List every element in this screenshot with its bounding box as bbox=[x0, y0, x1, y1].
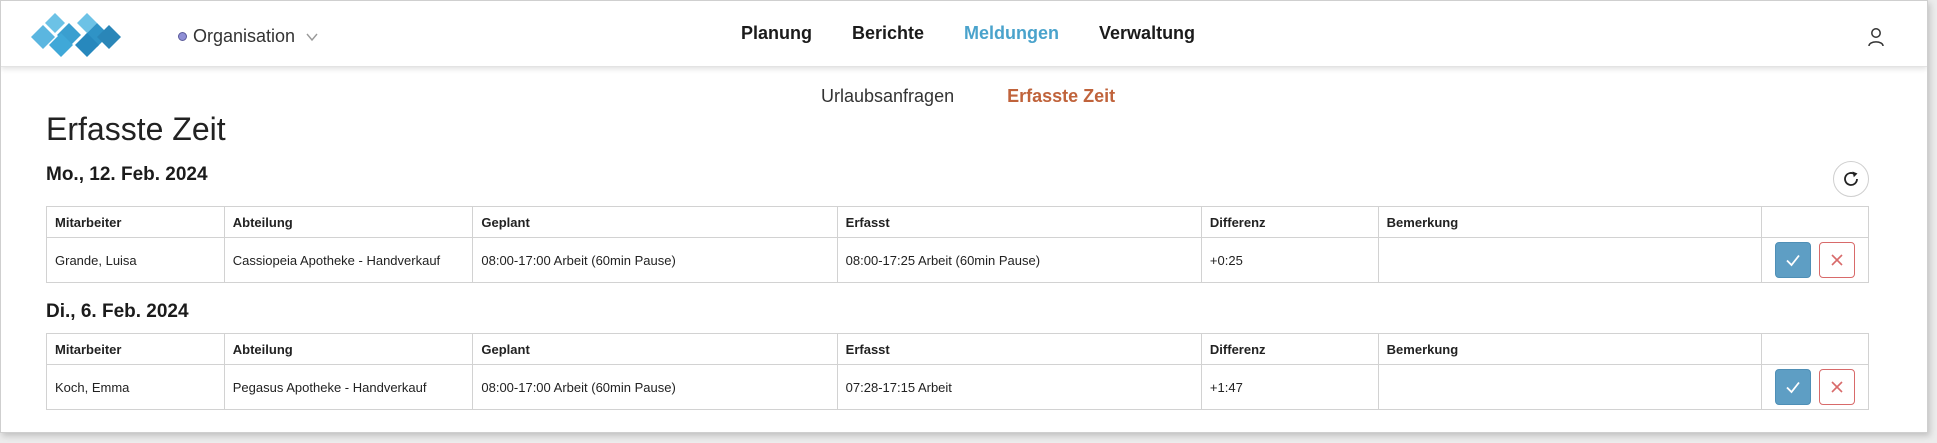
cell-actions bbox=[1760, 364, 1870, 410]
close-icon bbox=[1831, 381, 1843, 393]
column-header-department: Abteilung bbox=[223, 206, 474, 238]
organisation-label: Organisation bbox=[193, 26, 296, 46]
cell-employee: Koch, Emma bbox=[46, 364, 225, 410]
cell-recorded: 07:28-17:15 Arbeit bbox=[836, 364, 1202, 410]
time-entries-table: Mitarbeiter Abteilung Geplant Erfasst Di… bbox=[46, 333, 1870, 410]
cell-department: Cassiopeia Apotheke - Handverkauf bbox=[223, 237, 474, 283]
nav-item-berichte[interactable]: Berichte bbox=[852, 23, 924, 44]
reject-button[interactable] bbox=[1818, 242, 1855, 278]
page-title: Erfasste Zeit bbox=[46, 111, 226, 147]
nav-item-meldungen[interactable]: Meldungen bbox=[964, 23, 1059, 44]
organisation-status-dot bbox=[178, 32, 187, 41]
organisation-selector[interactable]: Organisation bbox=[178, 26, 319, 47]
column-header-employee: Mitarbeiter bbox=[46, 333, 225, 365]
reject-button[interactable] bbox=[1818, 369, 1855, 405]
refresh-button[interactable] bbox=[1833, 161, 1869, 197]
cell-recorded: 08:00-17:25 Arbeit (60min Pause) bbox=[836, 237, 1202, 283]
row-actions bbox=[1770, 369, 1860, 405]
date-heading: Mo., 12. Feb. 2024 bbox=[46, 164, 208, 185]
column-header-planned: Geplant bbox=[472, 333, 838, 365]
column-header-difference: Differenz bbox=[1200, 333, 1379, 365]
cell-remark bbox=[1377, 237, 1762, 283]
approve-button[interactable] bbox=[1774, 369, 1811, 405]
sub-tabs: Urlaubsanfragen Erfasste Zeit bbox=[821, 86, 1115, 107]
user-icon[interactable] bbox=[1867, 27, 1885, 47]
check-icon bbox=[1786, 381, 1800, 394]
column-header-recorded: Erfasst bbox=[836, 206, 1202, 238]
main-nav: Planung Berichte Meldungen Verwaltung bbox=[741, 23, 1195, 44]
table-header-row: Mitarbeiter Abteilung Geplant Erfasst Di… bbox=[46, 206, 1870, 238]
column-header-remark: Bemerkung bbox=[1377, 206, 1762, 238]
row-actions bbox=[1770, 242, 1860, 278]
cell-employee: Grande, Luisa bbox=[46, 237, 225, 283]
tab-urlaubsanfragen[interactable]: Urlaubsanfragen bbox=[821, 86, 954, 107]
chevron-down-icon bbox=[306, 33, 318, 41]
check-icon bbox=[1786, 254, 1800, 267]
column-header-department: Abteilung bbox=[223, 333, 474, 365]
approve-button[interactable] bbox=[1774, 242, 1811, 278]
table-header-row: Mitarbeiter Abteilung Geplant Erfasst Di… bbox=[46, 333, 1870, 365]
cell-difference: +1:47 bbox=[1200, 364, 1379, 410]
column-header-difference: Differenz bbox=[1200, 206, 1379, 238]
nav-item-planung[interactable]: Planung bbox=[741, 23, 812, 44]
column-header-planned: Geplant bbox=[472, 206, 838, 238]
cell-planned: 08:00-17:00 Arbeit (60min Pause) bbox=[472, 364, 838, 410]
close-icon bbox=[1831, 254, 1843, 266]
cell-difference: +0:25 bbox=[1200, 237, 1379, 283]
column-header-actions bbox=[1760, 206, 1870, 238]
table-row: Koch, Emma Pegasus Apotheke - Handverkau… bbox=[46, 364, 1870, 410]
diamond-logo-icon[interactable] bbox=[31, 13, 123, 57]
column-header-recorded: Erfasst bbox=[836, 333, 1202, 365]
top-navigation-bar: Organisation Planung Berichte Meldungen … bbox=[1, 1, 1927, 67]
column-header-employee: Mitarbeiter bbox=[46, 206, 225, 238]
tab-erfasste-zeit[interactable]: Erfasste Zeit bbox=[1007, 86, 1115, 107]
cell-department: Pegasus Apotheke - Handverkauf bbox=[223, 364, 474, 410]
cell-actions bbox=[1760, 237, 1870, 283]
nav-item-verwaltung[interactable]: Verwaltung bbox=[1099, 23, 1195, 44]
date-heading: Di., 6. Feb. 2024 bbox=[46, 301, 189, 322]
column-header-actions bbox=[1760, 333, 1870, 365]
cell-remark bbox=[1377, 364, 1762, 410]
cell-planned: 08:00-17:00 Arbeit (60min Pause) bbox=[472, 237, 838, 283]
table-row: Grande, Luisa Cassiopeia Apotheke - Hand… bbox=[46, 237, 1870, 283]
refresh-icon bbox=[1844, 171, 1858, 186]
app-window: Organisation Planung Berichte Meldungen … bbox=[0, 0, 1928, 433]
column-header-remark: Bemerkung bbox=[1377, 333, 1762, 365]
time-entries-table: Mitarbeiter Abteilung Geplant Erfasst Di… bbox=[46, 206, 1870, 283]
